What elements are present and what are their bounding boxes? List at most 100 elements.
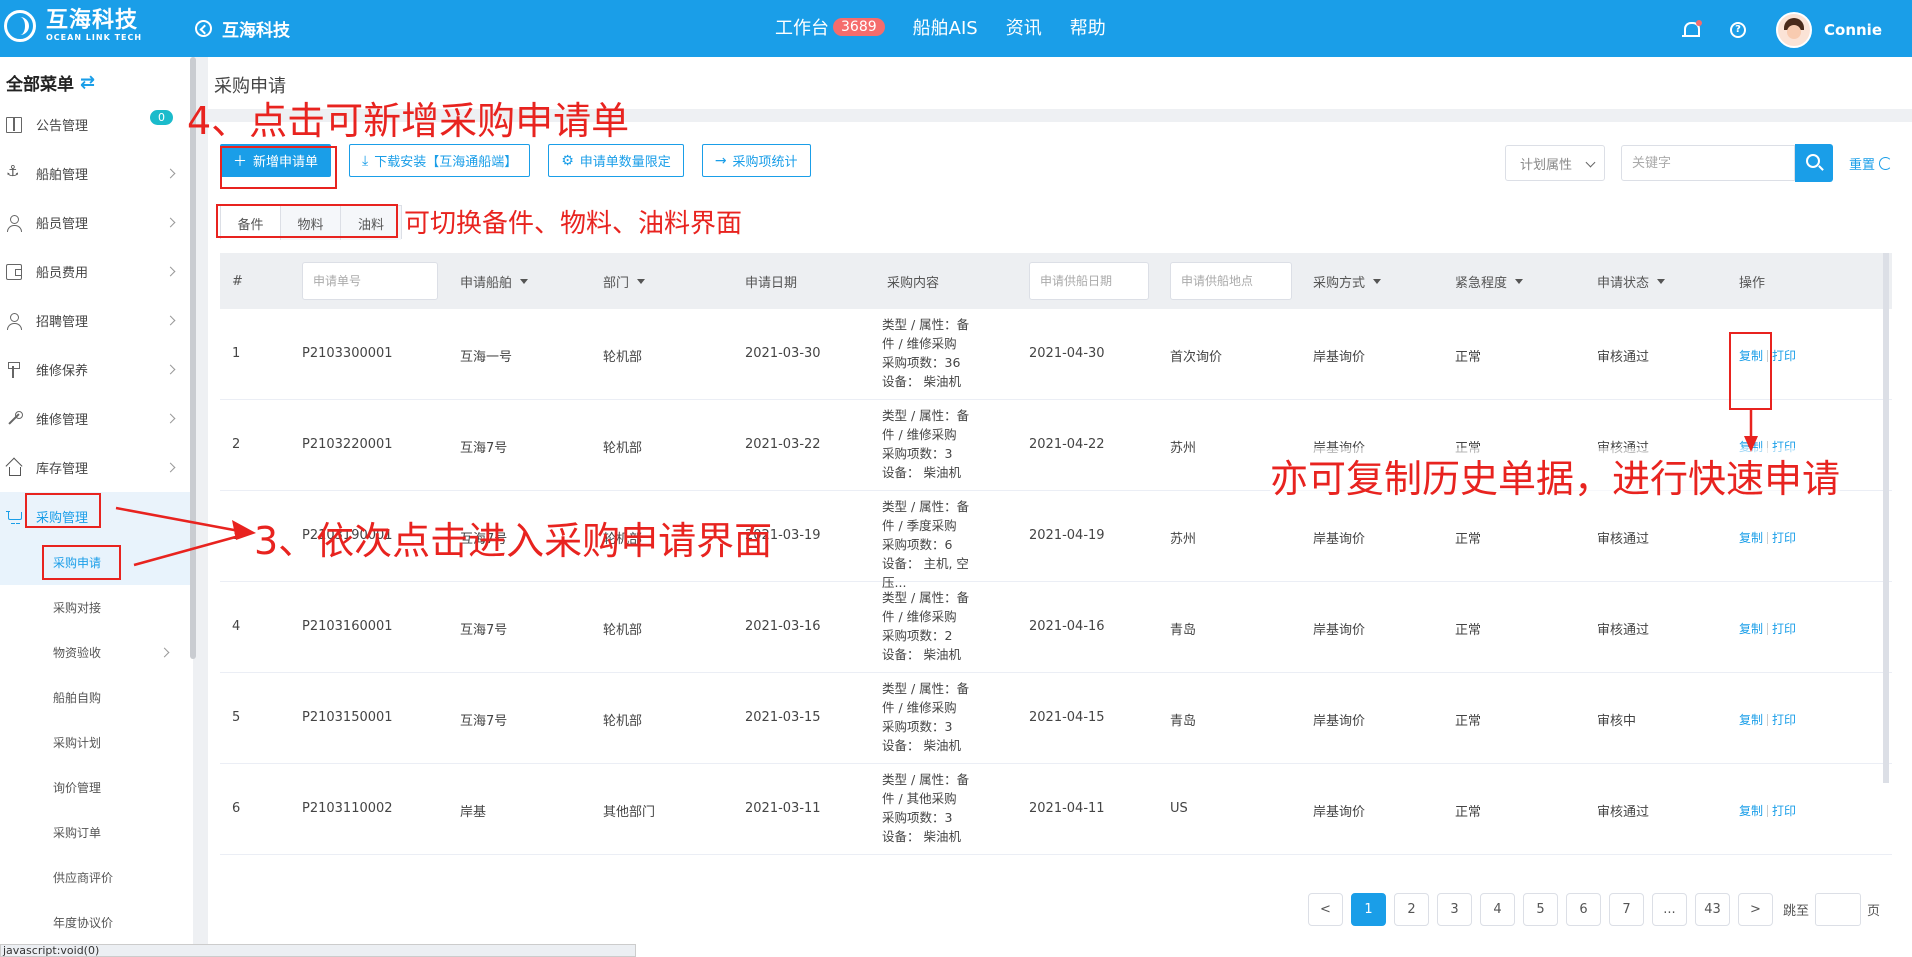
- supply-date-filter[interactable]: [1029, 262, 1149, 300]
- nav-help[interactable]: 帮助: [1070, 14, 1106, 40]
- nav-workbench[interactable]: 工作台 3689: [775, 14, 885, 40]
- copy-link[interactable]: 复制: [1739, 529, 1763, 546]
- reset-button[interactable]: 重置: [1849, 154, 1892, 173]
- table-row[interactable]: 1 P2103300001 互海一号 轮机部 2021-03-30 类型 / 属性：备件 …: [220, 309, 1892, 400]
- row-actions: 复制 打印: [1739, 711, 1796, 728]
- copy-link[interactable]: 复制: [1739, 620, 1763, 637]
- print-link[interactable]: 打印: [1772, 347, 1796, 364]
- copy-link[interactable]: 复制: [1739, 711, 1763, 728]
- help-icon[interactable]: ?: [1730, 22, 1746, 38]
- content-line: 采购项数：3: [882, 446, 953, 461]
- page-button[interactable]: ...: [1652, 893, 1687, 926]
- sidebar-item-inventory[interactable]: 库存管理: [0, 443, 190, 492]
- supply-place: US: [1170, 801, 1188, 816]
- download-button[interactable]: ⤓ 下载安装【互海通船端】: [349, 144, 531, 177]
- submenu-label: 采购订单: [53, 826, 102, 840]
- order-number-filter[interactable]: [302, 262, 438, 300]
- page-button[interactable]: 1: [1351, 893, 1386, 926]
- submenu-purchase-plan[interactable]: 采购计划: [0, 720, 190, 765]
- table-row[interactable]: 6 P2103110002 岸基 其他部门 2021-03-11 类型 / 属性：备件 /…: [220, 764, 1892, 855]
- col-method[interactable]: 采购方式: [1313, 272, 1382, 291]
- col-urgency[interactable]: 紧急程度: [1455, 272, 1524, 291]
- sidebar-scrollbar[interactable]: [190, 57, 196, 659]
- copy-link[interactable]: 复制: [1739, 802, 1763, 819]
- swap-icon[interactable]: ⇄: [80, 72, 95, 93]
- username[interactable]: Connie: [1824, 21, 1882, 39]
- annotation-box-copy: [1729, 332, 1772, 410]
- avatar[interactable]: [1776, 12, 1812, 48]
- keyword-input[interactable]: [1620, 145, 1795, 181]
- menu-title: 全部菜单: [6, 75, 74, 95]
- search-button[interactable]: [1794, 144, 1833, 182]
- order-number: P2103150001: [302, 710, 393, 725]
- submenu-self-purchase[interactable]: 船舶自购: [0, 675, 190, 720]
- page-button[interactable]: 4: [1480, 893, 1515, 926]
- department: 轮机部: [603, 623, 643, 638]
- nav-ship-ais[interactable]: 船舶AIS: [913, 14, 978, 40]
- table-scrollbar[interactable]: [1883, 253, 1889, 783]
- tool-icon: [6, 361, 22, 378]
- page-button[interactable]: 43: [1695, 893, 1730, 926]
- nav-news[interactable]: 资讯: [1006, 14, 1042, 40]
- supply-place-filter[interactable]: [1170, 262, 1292, 300]
- order-number: P2103300001: [302, 346, 393, 361]
- caret-down-icon: [637, 278, 646, 284]
- plan-attribute-select[interactable]: 计划属性: [1504, 145, 1605, 181]
- print-link[interactable]: 打印: [1772, 711, 1796, 728]
- sidebar-item-maintenance[interactable]: 维修保养: [0, 345, 190, 394]
- order-number: P2103110002: [302, 801, 393, 816]
- refresh-icon: [1879, 156, 1892, 170]
- bell-icon[interactable]: [1682, 20, 1702, 40]
- caret-down-icon: [1515, 278, 1524, 284]
- sidebar-item-crew-cost[interactable]: 船员费用: [0, 247, 190, 296]
- submenu-orders[interactable]: 采购订单: [0, 810, 190, 855]
- print-link[interactable]: 打印: [1772, 529, 1796, 546]
- col-status[interactable]: 申请状态: [1597, 272, 1666, 291]
- request-date: 2021-03-11: [745, 801, 821, 816]
- status-url: javascript:void(0): [0, 944, 636, 957]
- page-button[interactable]: 2: [1394, 893, 1429, 926]
- page-jump: 跳至 页: [1783, 893, 1880, 926]
- status-badge: 审核通过: [1597, 805, 1650, 820]
- sidebar-item-crew[interactable]: 船员管理: [0, 198, 190, 247]
- content-line: 件 / 季度采购: [882, 518, 957, 533]
- submenu-supplier-eval[interactable]: 供应商评价: [0, 855, 190, 900]
- table-row[interactable]: 5 P2103150001 互海7号 轮机部 2021-03-15 类型 / 属性：备件 …: [220, 673, 1892, 764]
- back-button[interactable]: 互海科技: [195, 16, 290, 41]
- gear-icon: ⚙: [561, 152, 574, 169]
- stats-button[interactable]: → 采购项统计: [701, 144, 811, 177]
- page-button[interactable]: 5: [1523, 893, 1558, 926]
- page-button[interactable]: 6: [1566, 893, 1601, 926]
- content-line: 设备： 柴油机: [882, 738, 961, 753]
- urgency: 正常: [1455, 623, 1482, 638]
- notification-dot: [1696, 20, 1702, 26]
- submenu-purchase-docking[interactable]: 采购对接: [0, 585, 190, 630]
- col-ship[interactable]: 申请船舶: [460, 272, 529, 291]
- urgency: 正常: [1455, 805, 1482, 820]
- sidebar-item-label: 船员管理: [36, 217, 89, 232]
- prev-page-button[interactable]: <: [1308, 893, 1343, 926]
- sidebar-item-label: 公告管理: [36, 119, 89, 134]
- status-badge: 审核通过: [1597, 623, 1650, 638]
- page-button[interactable]: 7: [1609, 893, 1644, 926]
- sidebar-item-recruit[interactable]: 招聘管理: [0, 296, 190, 345]
- page-jump-input[interactable]: [1815, 893, 1862, 926]
- submenu-annual-price[interactable]: 年度协议价: [0, 900, 190, 945]
- logo[interactable]: 互海科技 OCEAN LINK TECH: [4, 9, 142, 43]
- table-row[interactable]: 4 P2103160001 互海7号 轮机部 2021-03-16 类型 / 属性：备件 …: [220, 582, 1892, 673]
- submenu-acceptance[interactable]: 物资验收: [0, 630, 190, 675]
- print-link[interactable]: 打印: [1772, 620, 1796, 637]
- submenu-inquiry[interactable]: 询价管理: [0, 765, 190, 810]
- notice-badge: 0: [150, 110, 173, 125]
- chevron-right-icon: [165, 168, 176, 179]
- limit-button[interactable]: ⚙ 申请单数量限定: [548, 144, 684, 177]
- content-line: 采购项数：3: [882, 810, 953, 825]
- page-button[interactable]: 3: [1437, 893, 1472, 926]
- print-link[interactable]: 打印: [1772, 802, 1796, 819]
- supply-place: 青岛: [1170, 714, 1197, 729]
- next-page-button[interactable]: >: [1738, 893, 1773, 926]
- sidebar-item-notice[interactable]: 公告管理 0: [0, 100, 190, 149]
- col-dept[interactable]: 部门: [603, 272, 646, 291]
- sidebar-item-ship[interactable]: 船舶管理: [0, 149, 190, 198]
- sidebar-item-repair[interactable]: 维修管理: [0, 394, 190, 443]
